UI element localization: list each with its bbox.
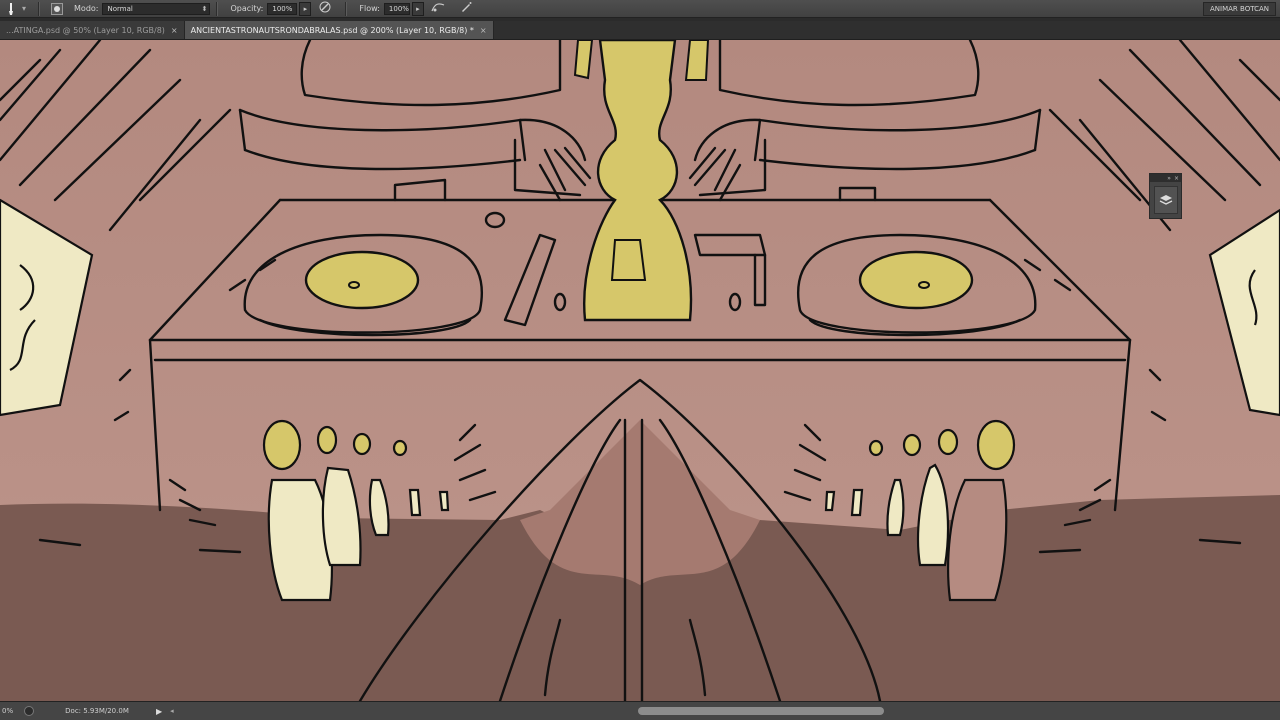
status-circle-icon [24, 706, 34, 716]
status-menu-arrow-icon[interactable]: ▶ [156, 707, 162, 716]
pen-pressure-size-icon[interactable] [458, 1, 474, 16]
expand-icon[interactable]: » [1167, 175, 1171, 182]
opacity-value: 100% [272, 4, 293, 13]
divider [345, 1, 348, 16]
mode-value: Normal [107, 4, 133, 13]
close-icon[interactable]: × [480, 26, 487, 35]
opacity-dropdown-icon[interactable]: ▸ [299, 1, 312, 16]
close-icon[interactable]: × [1174, 175, 1179, 182]
tab-label: ANCIENTASTRONAUTSRONDABRALAS.psd @ 200% … [190, 25, 474, 35]
flow-dropdown-icon[interactable]: ▸ [411, 1, 424, 16]
brush-preset-icon[interactable] [46, 1, 68, 17]
artwork-illustration [0, 40, 1280, 701]
tab-label: ...ATINGA.psd @ 50% (Layer 10, RGB/8) [6, 25, 165, 35]
layers-panel-collapsed[interactable]: » × [1149, 173, 1182, 219]
close-icon[interactable]: × [171, 26, 178, 35]
airbrush-icon[interactable] [430, 1, 446, 16]
divider [38, 1, 41, 16]
tab-document-1[interactable]: ...ATINGA.psd @ 50% (Layer 10, RGB/8) × [0, 21, 185, 39]
tool-preset-dropdown-icon[interactable]: ▾ [22, 4, 26, 13]
scrollbar-thumb[interactable] [638, 707, 884, 715]
status-bar: 0% Doc: 5.93M/20.0M ▶ ◂ [0, 701, 1280, 720]
opacity-field[interactable]: 100% [267, 2, 298, 15]
document-tab-bar: ...ATINGA.psd @ 50% (Layer 10, RGB/8) × … [0, 21, 1280, 40]
flow-label: Flow: [359, 4, 380, 13]
options-bar: ▾ Modo: Normal Opacity: 100% ▸ Flow: 100… [0, 0, 1280, 18]
zoom-readout[interactable]: 0% [0, 707, 22, 715]
flow-value: 100% [388, 4, 409, 13]
tab-document-2[interactable]: ANCIENTASTRONAUTSRONDABRALAS.psd @ 200% … [184, 21, 494, 39]
opacity-label: Opacity: [230, 4, 264, 13]
horizontal-scrollbar[interactable] [420, 706, 1260, 716]
layers-icon[interactable] [1154, 186, 1178, 214]
brush-tool-icon[interactable] [0, 1, 22, 17]
workspace-label: ANIMAR BOTCAN [1210, 5, 1269, 13]
workspace-switcher-button[interactable]: ANIMAR BOTCAN [1203, 2, 1276, 16]
scroll-left-icon[interactable]: ◂ [170, 707, 174, 715]
document-info: Doc: 5.93M/20.0M [65, 707, 129, 715]
mode-select[interactable]: Normal [102, 2, 211, 15]
flow-field[interactable]: 100% [383, 2, 410, 15]
panel-header[interactable]: » × [1150, 174, 1181, 182]
mode-label: Modo: [74, 4, 99, 13]
divider [216, 1, 219, 16]
pen-pressure-opacity-icon[interactable] [317, 1, 333, 16]
document-canvas[interactable]: » × [0, 40, 1280, 701]
